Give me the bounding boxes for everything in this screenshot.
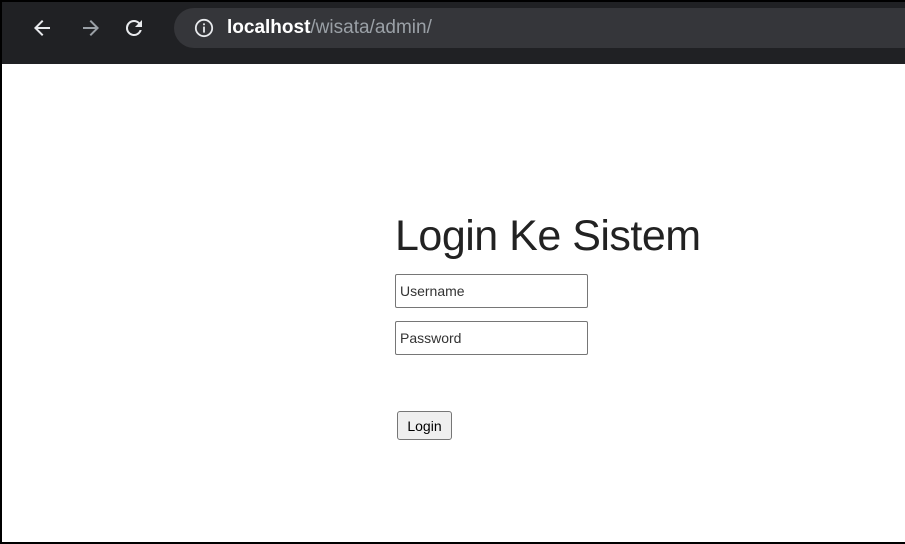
browser-toolbar: localhost/wisata/admin/ [2, 2, 905, 64]
forward-button[interactable] [77, 14, 105, 42]
url-host: localhost [227, 17, 311, 38]
browser-window: localhost/wisata/admin/ Login Ke Sistem … [0, 0, 905, 544]
back-button[interactable] [28, 14, 56, 42]
reload-icon [125, 19, 142, 36]
page-title: Login Ke Sistem [395, 212, 701, 260]
reload-button[interactable] [120, 14, 148, 42]
password-input[interactable] [395, 321, 588, 355]
forward-arrow-icon [83, 20, 99, 36]
url-path: /wisata/admin/ [310, 17, 432, 38]
back-arrow-icon [34, 20, 50, 36]
url-text[interactable]: localhost/wisata/admin/ [227, 17, 432, 39]
info-icon[interactable] [194, 18, 214, 38]
username-input[interactable] [395, 274, 588, 308]
address-bar[interactable]: localhost/wisata/admin/ [174, 8, 905, 48]
login-button[interactable]: Login [397, 411, 452, 440]
